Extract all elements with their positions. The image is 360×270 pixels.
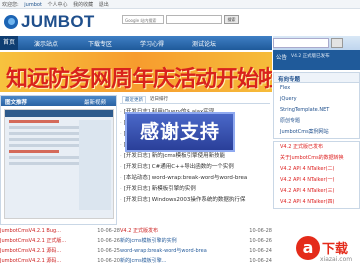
list-item[interactable]: V4.2 API 4 NTalker(二)	[274, 164, 359, 175]
photo-news-heading: 图文推荐	[5, 100, 28, 106]
row-date: 10-06-26	[97, 238, 120, 244]
list-item[interactable]: Flex	[274, 83, 359, 94]
list-item[interactable]: 原创专题	[274, 116, 359, 127]
list-item[interactable]: StringTemplate.NET	[274, 105, 359, 116]
list-item[interactable]: jQuery	[274, 94, 359, 105]
row-date: 10-06-25	[97, 248, 120, 254]
top-bar: 欢迎您: jumbot 个人中心 我的收藏 退出	[0, 0, 360, 9]
search-button[interactable]: 搜索	[224, 15, 239, 24]
tab-ranking[interactable]: 近日排行	[148, 96, 170, 102]
table-row[interactable]: V4.2 正式版发布 10-06-28	[120, 226, 272, 236]
google-search-label: Google 站内搜索	[122, 15, 164, 24]
list-item[interactable]: V4.2 API 4 NTalker(四)	[274, 197, 359, 208]
updates-box: V4.2 正式版已发布 关于JumbotCms的数据转换 V4.2 API 4 …	[273, 141, 360, 209]
photo-news-panel: 图文推荐 最新视频	[0, 95, 117, 225]
promo-banner[interactable]: 知远防务网周年庆活动开始啦!	[0, 52, 272, 92]
table-row[interactable]: word-wrap:break-word与word-brea 10-06-24	[120, 246, 272, 256]
table-row[interactable]: JumbotCmsV4.2.1 正式版... 10-06-26	[0, 236, 120, 246]
welcome-label: 欢迎您:	[2, 2, 19, 8]
logout-link[interactable]: 退出	[99, 2, 109, 8]
list-item[interactable]: JumbotCms案例网站	[274, 127, 359, 138]
announcement-bar: 公告 V4.2 正式版已发布	[273, 50, 360, 70]
row-title: JumbotCmsV4.2.1 源码...	[0, 258, 62, 264]
screenshot-line	[9, 150, 59, 153]
screenshot-header	[5, 110, 113, 117]
favorites-link[interactable]: 我的收藏	[73, 2, 93, 8]
welcome-text: 欢迎您: jumbot 个人中心 我的收藏 退出	[2, 1, 113, 8]
sidebar: 公告 V4.2 正式版已发布 有向专题 Flex jQuery StringTe…	[273, 36, 360, 270]
updates-list: V4.2 正式版已发布 关于JumbotCms的数据转换 V4.2 API 4 …	[274, 142, 359, 208]
list-item[interactable]: 关于JumbotCms的数据转换	[274, 153, 359, 164]
row-title: JumbotCmsV4.2.1 正式版...	[0, 238, 67, 244]
row-date: 10-06-28	[97, 228, 120, 234]
banner-text: 知远防务网周年庆活动开始啦!	[6, 67, 272, 92]
topics-title: 有向专题	[274, 73, 359, 83]
logo-text: JUMBOT	[21, 12, 95, 31]
watermark-brand: 下载	[322, 242, 349, 257]
list-item[interactable]: [开发日志] Windows2003操作系统的数据执行保	[120, 195, 270, 206]
row-date: 10-06-28	[249, 228, 272, 234]
list-item[interactable]: V4.2 正式版已发布	[274, 142, 359, 153]
table-row[interactable]: JumbotCmsV4.2.1 源码... 10-06-25	[0, 246, 120, 256]
list-item[interactable]: [开发日志] C#通用C++导出函数的一个实例	[120, 162, 270, 173]
topics-list: Flex jQuery StringTemplate.NET 原创专题 Jumb…	[274, 83, 359, 138]
news-tabs: 最近更新 近日排行	[120, 95, 270, 104]
nav-item-demo[interactable]: 演示站点	[34, 39, 58, 48]
photo-news-image[interactable]	[4, 109, 114, 219]
table-row[interactable]: 新的jcms模板引擎的实例 10-06-26	[120, 236, 272, 246]
announcement-title: 公告	[276, 55, 288, 61]
row-date: 10-06-24	[249, 258, 272, 264]
watermark-logo-icon: a	[296, 236, 320, 260]
download-list: JumbotCmsV4.2.1 Bug... 10-06-28 JumbotCms…	[0, 226, 120, 266]
search-input[interactable]	[166, 15, 222, 24]
row-title: V4.2 正式版发布	[120, 228, 158, 234]
nav-item-download[interactable]: 下载专区	[88, 39, 112, 48]
row-title: JumbotCmsV4.2.1 源码...	[0, 248, 62, 254]
announcement-text[interactable]: V4.2 正式版已发布	[291, 53, 330, 59]
row-title: word-wrap:break-word与word-brea	[120, 248, 207, 254]
personal-center-link[interactable]: 个人中心	[48, 2, 68, 8]
main-nav: 首页 演示站点 下载专区 学习心得 测试论坛	[0, 36, 272, 50]
table-row[interactable]: JumbotCmsV4.2.1 Bug... 10-06-28	[0, 226, 120, 236]
nav-item-study[interactable]: 学习心得	[140, 39, 164, 48]
nav-item-forum[interactable]: 测试论坛	[192, 39, 216, 48]
row-title: 新的Jcms模板引擎...	[120, 258, 167, 264]
row-date: 10-06-20	[97, 258, 120, 264]
list-item[interactable]: [开发日志] 新模板引擎的实例	[120, 184, 270, 195]
latest-video-link[interactable]: 最新视频	[84, 98, 106, 106]
tab-latest[interactable]: 最近更新	[122, 96, 146, 103]
site-logo[interactable]: JUMBOT	[4, 11, 95, 33]
article-list: V4.2 正式版发布 10-06-28 新的jcms模板引擎的实例 10-06-26…	[120, 226, 272, 266]
screenshot-line	[9, 120, 59, 123]
row-title: JumbotCmsV4.2.1 Bug...	[0, 228, 61, 234]
list-item[interactable]: [开发日志] 新的jcms模板引擎使用新技能	[120, 151, 270, 162]
row-date: 10-06-24	[249, 248, 272, 254]
table-row[interactable]: 新的Jcms模板引擎... 10-06-24	[120, 256, 272, 266]
username-link[interactable]: jumbot	[24, 2, 42, 8]
row-title: 新的jcms模板引擎的实例	[120, 238, 177, 244]
nav-item-home[interactable]: 首页	[0, 36, 19, 50]
bottom-lists: JumbotCmsV4.2.1 Bug... 10-06-28 JumbotCms…	[0, 226, 272, 270]
logo-icon	[4, 15, 18, 29]
download-site-watermark: a 下载 xiazai.com	[296, 236, 360, 270]
list-item[interactable]: V4.2 API 4 NTalker(三)	[274, 186, 359, 197]
sidebar-search-button[interactable]	[331, 38, 343, 48]
photo-news-title: 图文推荐 最新视频	[1, 96, 116, 106]
thanks-badge: 感谢支持	[125, 112, 235, 152]
list-item[interactable]: [本站动态] word-wrap:break-word与word-brea	[120, 173, 270, 184]
watermark-url: xiazai.com	[320, 256, 353, 263]
table-row[interactable]: JumbotCmsV4.2.1 源码... 10-06-20	[0, 256, 120, 266]
list-item[interactable]: V4.2 API 4 NTalker(一)	[274, 175, 359, 186]
sidebar-search	[273, 36, 360, 50]
row-date: 10-06-26	[249, 238, 272, 244]
topics-box: 有向专题 Flex jQuery StringTemplate.NET 原创专题…	[273, 72, 360, 139]
screenshot-sidebar	[79, 120, 111, 210]
sidebar-search-input[interactable]	[273, 38, 329, 48]
